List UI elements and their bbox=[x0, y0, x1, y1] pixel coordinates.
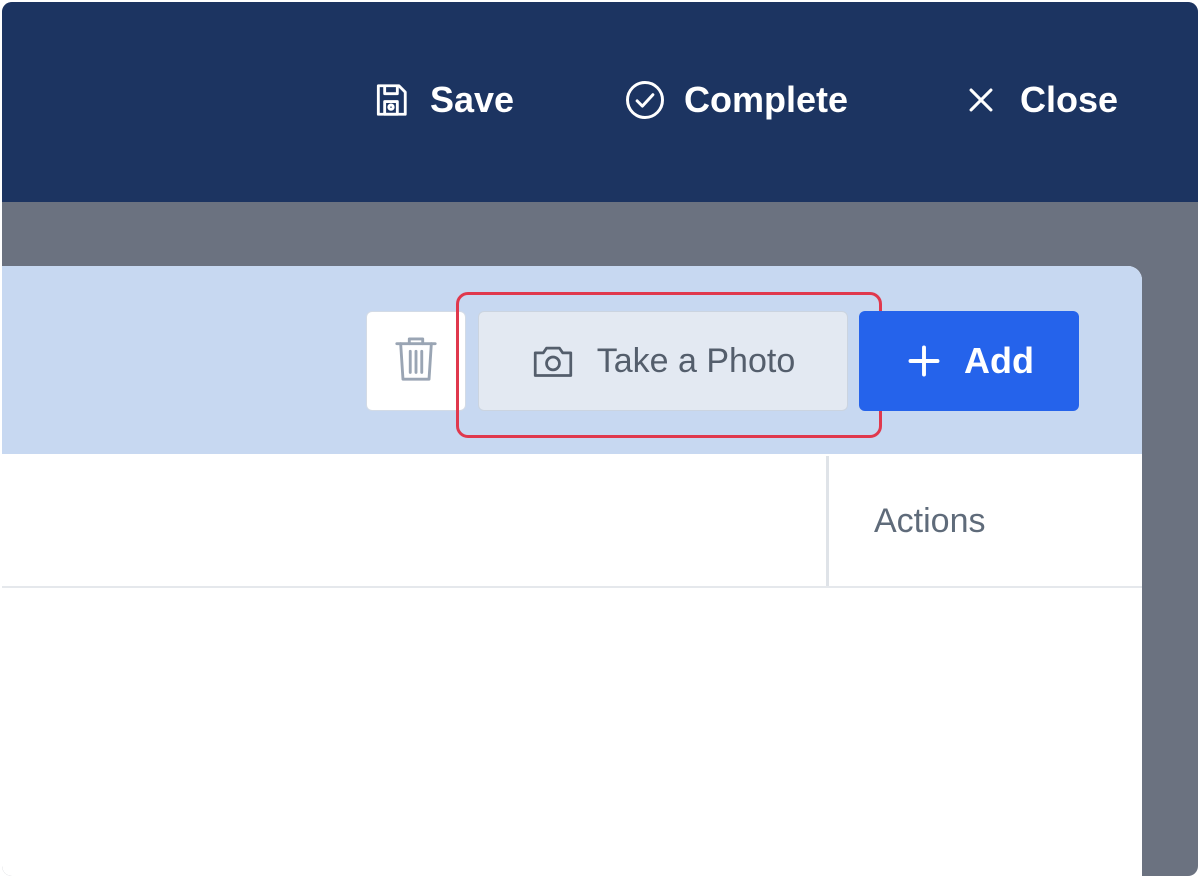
floppy-disk-icon bbox=[370, 79, 412, 121]
table-header-row: Actions bbox=[2, 456, 1142, 588]
panel-toolbar: Take a Photo Add bbox=[2, 266, 1142, 454]
column-resize-handle[interactable] bbox=[826, 456, 829, 586]
close-button[interactable]: Close bbox=[960, 72, 1118, 128]
complete-label: Complete bbox=[684, 79, 849, 120]
save-label: Save bbox=[430, 79, 515, 120]
add-button[interactable]: Add bbox=[859, 311, 1079, 411]
content-panel: Take a Photo Add Actions bbox=[2, 266, 1142, 876]
close-label: Close bbox=[1020, 79, 1119, 120]
add-label: Add bbox=[964, 340, 1034, 381]
camera-icon bbox=[531, 341, 575, 381]
close-icon bbox=[960, 79, 1002, 121]
app-window: Save Complete Close Take a Photo Add Act… bbox=[2, 2, 1198, 876]
check-circle-icon bbox=[624, 79, 666, 121]
column-header-actions: Actions bbox=[874, 501, 986, 540]
take-photo-button[interactable]: Take a Photo bbox=[478, 311, 848, 411]
plus-icon bbox=[904, 341, 944, 381]
trash-icon bbox=[393, 333, 439, 390]
take-photo-label: Take a Photo bbox=[596, 341, 796, 380]
complete-button[interactable]: Complete bbox=[624, 72, 848, 128]
top-header-bar: Save Complete Close bbox=[2, 2, 1198, 202]
delete-button[interactable] bbox=[366, 311, 466, 411]
save-button[interactable]: Save bbox=[370, 72, 514, 128]
